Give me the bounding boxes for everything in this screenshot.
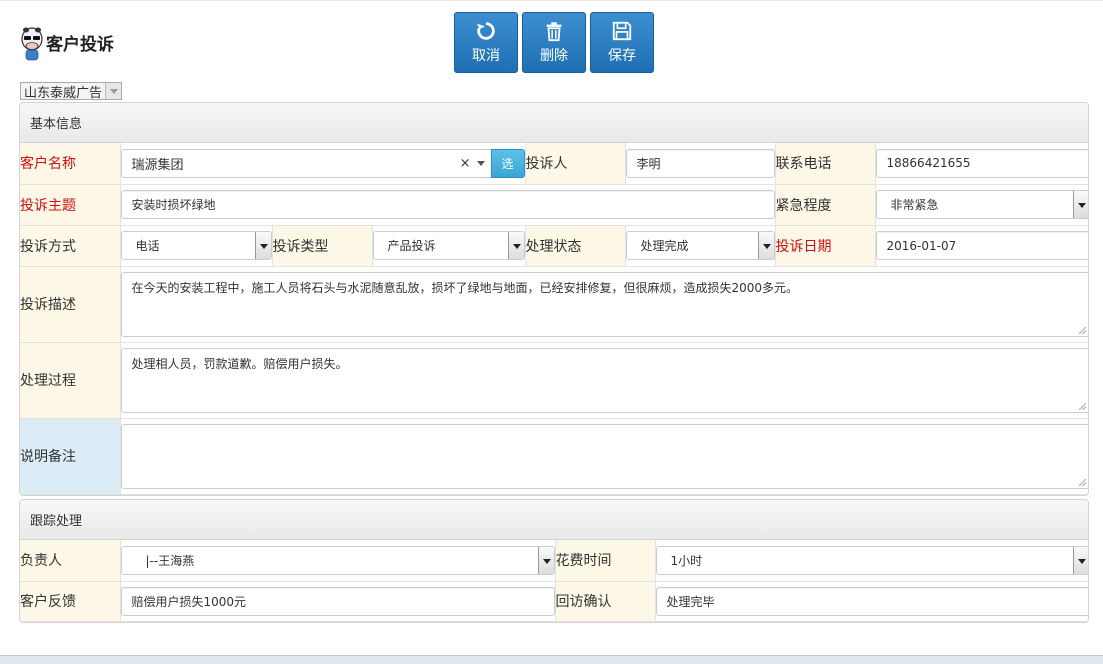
delete-button[interactable]: 删除 [522, 12, 586, 73]
chevron-down-icon[interactable] [105, 83, 122, 99]
undo-icon [476, 22, 495, 40]
method-label: 投诉方式 [20, 224, 121, 267]
page-title: 客户投诉 [46, 34, 114, 55]
complainant-label: 投诉人 [524, 143, 626, 185]
chevron-down-icon[interactable] [537, 546, 554, 574]
floppy-disk-icon [612, 21, 632, 41]
resize-grip-icon[interactable] [1079, 478, 1087, 486]
method-select[interactable]: 电话 [120, 231, 272, 260]
pick-customer-button[interactable]: 选 [490, 148, 525, 178]
owner-value: |--王海燕 [145, 553, 195, 568]
remark-textarea[interactable] [120, 423, 1088, 489]
basic-info-header: 基本信息 [20, 103, 1088, 143]
customer-name-combo[interactable]: 瑞源集团 × 选 [120, 148, 525, 178]
status-label: 处理状态 [524, 224, 626, 267]
chevron-down-icon[interactable] [1073, 546, 1088, 574]
owner-label: 负责人 [20, 540, 121, 582]
window-bottom-border [0, 655, 1103, 664]
cow-mascot-icon [20, 22, 44, 62]
customer-name-value: 瑞源集团 [131, 157, 184, 173]
method-value: 电话 [135, 239, 160, 253]
description-textarea[interactable]: 在今天的安装工程中，施工人员将石头与水泥随意乱放，损坏了绿地与地面，已经安排修复… [120, 271, 1088, 337]
cancel-button[interactable]: 取消 [454, 12, 518, 73]
status-value: 处理完成 [640, 239, 689, 253]
time-spent-select[interactable]: 1小时 [655, 545, 1088, 575]
time-spent-value: 1小时 [670, 553, 703, 568]
tracking-form: 负责人 |--王海燕 花费时间 1小时 客户反馈 赔偿用户损失1000元 回访确… [20, 540, 1088, 622]
resize-grip-icon[interactable] [1079, 402, 1087, 410]
status-select[interactable]: 处理完成 [625, 231, 775, 260]
description-value: 在今天的安装工程中，施工人员将石头与水泥随意乱放，损坏了绿地与地面，已经安排修复… [131, 280, 799, 295]
revisit-label: 回访确认 [554, 580, 656, 622]
customer-name-label: 客户名称 [20, 143, 121, 185]
company-dropdown-value: 山东泰威广告 [24, 85, 103, 101]
save-button[interactable]: 保存 [590, 12, 654, 73]
type-label: 投诉类型 [271, 224, 373, 267]
urgency-select[interactable]: 非常紧急 [875, 190, 1088, 219]
save-button-label: 保存 [608, 48, 636, 64]
trash-icon [546, 22, 562, 42]
remark-label: 说明备注 [20, 417, 121, 495]
feedback-input[interactable]: 赔偿用户损失1000元 [120, 586, 555, 616]
process-value: 处理相人员，罚款道歉。赔偿用户损失。 [131, 356, 348, 371]
resize-grip-icon[interactable] [1079, 326, 1087, 334]
urgency-label: 紧急程度 [774, 183, 876, 226]
subject-label: 投诉主题 [20, 183, 121, 226]
revisit-input[interactable]: 处理完毕 [655, 586, 1088, 616]
phone-input[interactable]: 18866421655 [875, 148, 1088, 178]
basic-info-panel: 基本信息 客户名称 瑞源集团 × 选 投诉人 李明 联系电话 188664216… [19, 102, 1089, 496]
caret-down-icon[interactable] [476, 160, 485, 166]
cancel-button-label: 取消 [472, 48, 500, 64]
customer-name-input[interactable]: 瑞源集团 × [120, 148, 491, 178]
type-select[interactable]: 产品投诉 [372, 231, 525, 260]
clear-icon[interactable]: × [460, 156, 471, 171]
basic-info-form: 客户名称 瑞源集团 × 选 投诉人 李明 联系电话 18866421655 投诉… [20, 143, 1088, 495]
tracking-panel: 跟踪处理 负责人 |--王海燕 花费时间 1小时 客户反馈 赔偿用户损失1000… [19, 499, 1089, 623]
description-label: 投诉描述 [20, 265, 121, 343]
action-toolbar: 取消 删除 保存 [454, 12, 654, 73]
owner-select[interactable]: |--王海燕 [120, 545, 555, 575]
type-value: 产品投诉 [387, 239, 436, 253]
chevron-down-icon[interactable] [757, 232, 774, 259]
process-label: 处理过程 [20, 341, 121, 419]
subject-input[interactable]: 安装时损坏绿地 [120, 190, 775, 219]
company-dropdown[interactable]: 山东泰威广告 [20, 82, 123, 101]
time-spent-label: 花费时间 [554, 540, 656, 582]
app-header: 客户投诉 [20, 22, 114, 62]
date-input[interactable]: 2016-01-07 [875, 231, 1088, 260]
chevron-down-icon[interactable] [507, 232, 524, 259]
chevron-down-icon[interactable] [254, 232, 271, 259]
date-label: 投诉日期 [774, 224, 876, 267]
feedback-label: 客户反馈 [20, 580, 121, 622]
window-top-border [0, 0, 1103, 4]
urgency-value: 非常紧急 [890, 198, 939, 212]
process-textarea[interactable]: 处理相人员，罚款道歉。赔偿用户损失。 [120, 347, 1088, 413]
tracking-header: 跟踪处理 [20, 500, 1088, 540]
complainant-input[interactable]: 李明 [625, 148, 775, 178]
phone-label: 联系电话 [774, 143, 876, 185]
delete-button-label: 删除 [540, 48, 568, 64]
chevron-down-icon[interactable] [1073, 191, 1088, 218]
